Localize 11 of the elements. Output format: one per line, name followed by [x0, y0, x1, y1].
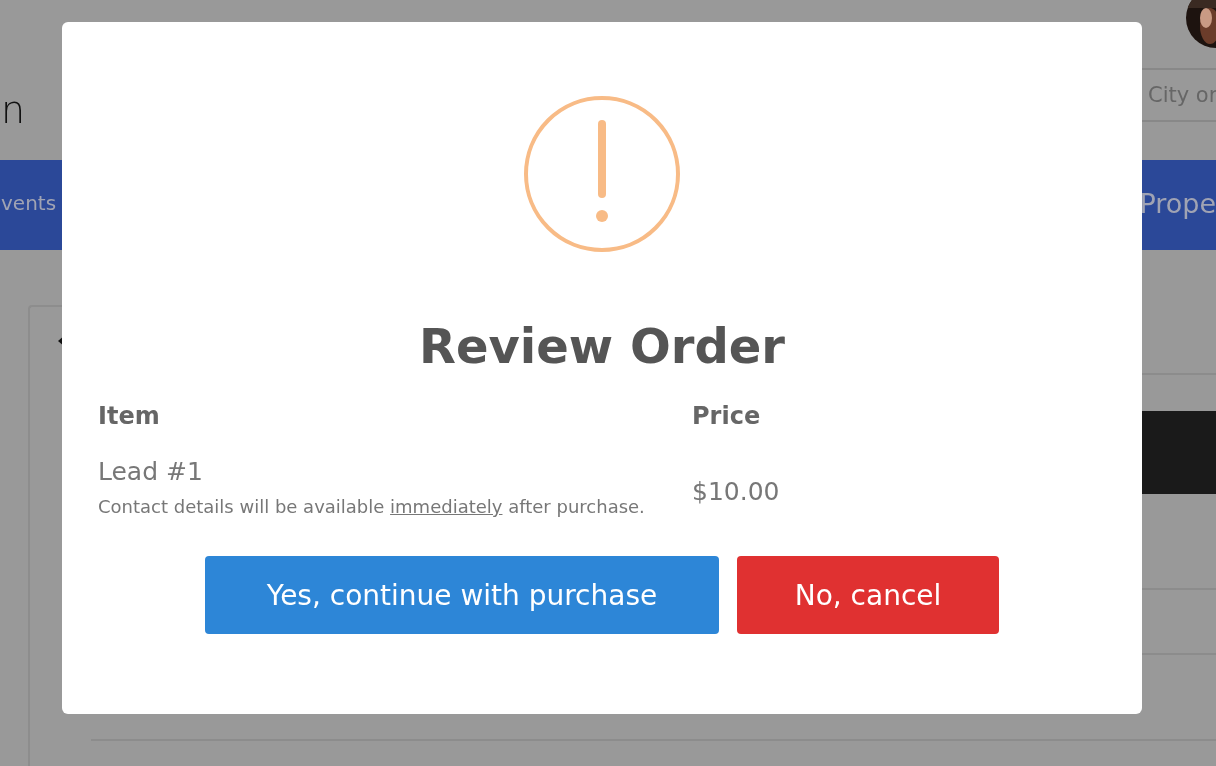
item-name: Lead #1	[98, 456, 204, 488]
confirm-button[interactable]: Yes, continue with purchase	[205, 556, 719, 634]
item-note: Contact details will be available immediately after purchase.	[98, 495, 646, 519]
cancel-button[interactable]: No, cancel	[737, 556, 999, 634]
column-header: Item	[98, 401, 161, 432]
item-price: $10.00	[692, 476, 780, 506]
logo-text: n	[1, 88, 26, 132]
column-header: Price	[692, 401, 762, 432]
dialog-title: Review Order	[419, 317, 785, 376]
nav-item[interactable]: vents	[1, 191, 57, 219]
warning-icon	[522, 94, 682, 254]
